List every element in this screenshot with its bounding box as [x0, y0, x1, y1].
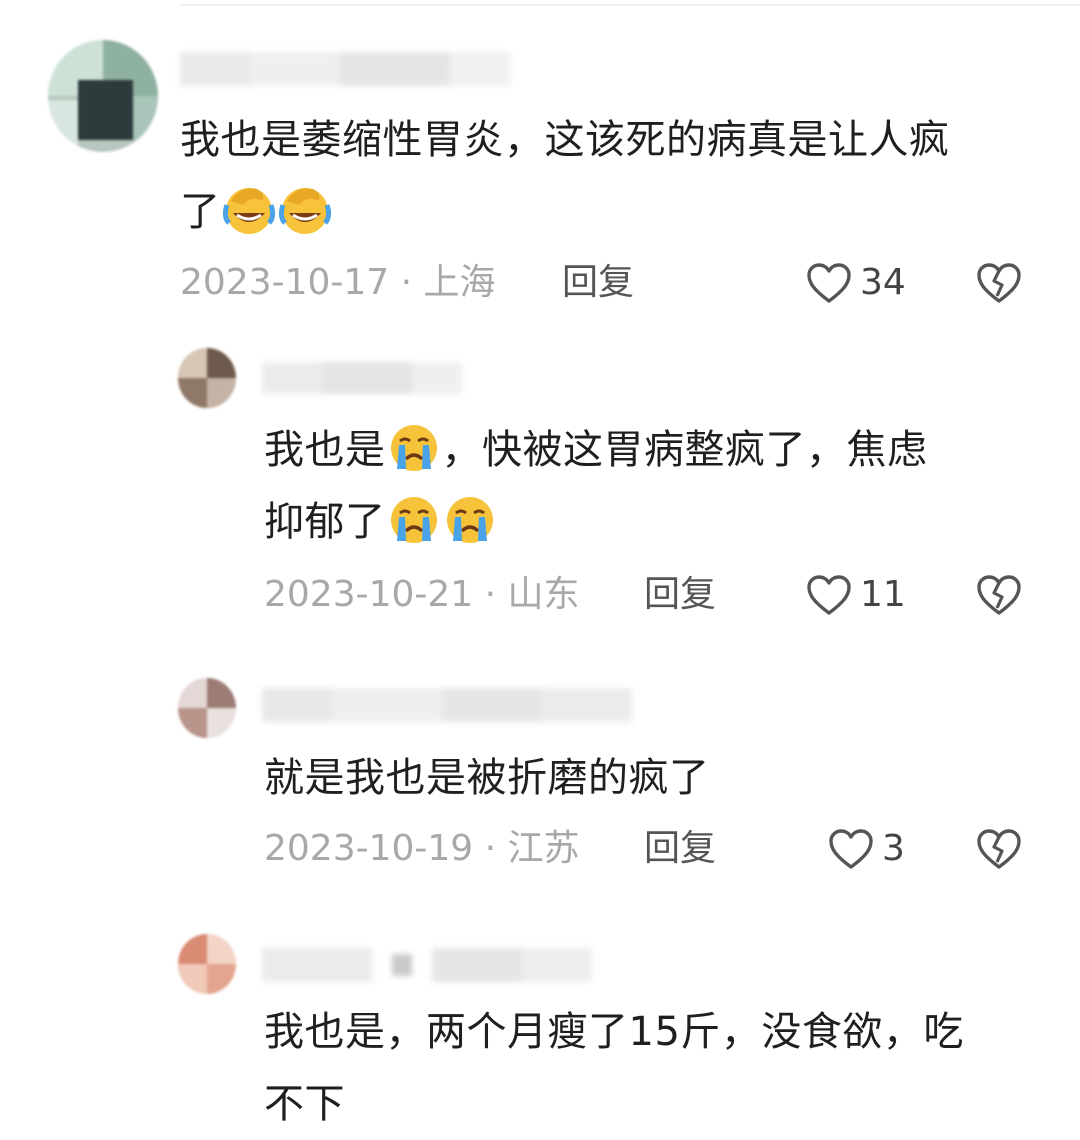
- username[interactable]: [262, 688, 632, 722]
- reply-button[interactable]: 回复: [644, 824, 716, 874]
- heart-outline-icon: [829, 829, 873, 869]
- username[interactable]: [262, 362, 462, 394]
- heart-outline-icon: [807, 575, 851, 615]
- comment-meta: 2023-10-21 · 山东 回复 11: [0, 570, 1080, 620]
- comment-text-line: 我也是，两个月瘦了15斤，没食欲，吃: [264, 1009, 964, 1055]
- username[interactable]: [262, 948, 592, 982]
- crying-face-emoji-icon: [446, 497, 493, 543]
- comment-item: 就是我也是被折磨的疯了 2023-10-19 · 江苏 回复 3: [0, 660, 1080, 920]
- avatar[interactable]: [178, 348, 236, 408]
- comment-text-line: 了: [180, 176, 1060, 248]
- comment-text-line: 就是我也是被折磨的疯了: [264, 755, 710, 801]
- like-count: 3: [882, 828, 905, 869]
- crying-face-emoji-icon: [390, 425, 437, 471]
- dislike-button[interactable]: [976, 570, 1022, 620]
- crying-face-emoji-icon: [390, 497, 437, 543]
- comment-text: 我也是萎缩性胃炎，这该死的病真是让人疯 了: [180, 104, 1060, 248]
- like-button[interactable]: 11: [806, 570, 906, 620]
- date-location: 2023-10-19 · 江苏: [264, 828, 580, 869]
- like-count: 34: [860, 262, 906, 303]
- avatar[interactable]: [178, 678, 236, 738]
- comment-text: 我也是 ，快被这胃病整疯了，焦虑 抑郁了: [264, 414, 1064, 558]
- comment-text-segment: 我也是: [264, 427, 386, 473]
- heart-outline-icon: [807, 263, 851, 303]
- face-palm-laughing-emoji-icon: [278, 188, 331, 234]
- comment-text: 我也是，两个月瘦了15斤，没食欲，吃 不下: [264, 996, 1064, 1140]
- comment-text-segment: 了: [180, 189, 221, 235]
- comment-text-segment: 抑郁了: [264, 499, 386, 545]
- broken-heart-icon: [977, 829, 1021, 869]
- comment-item: 我也是 ，快被这胃病整疯了，焦虑 抑郁了 2023-10-21 · 山东 回复 1…: [0, 330, 1080, 660]
- username[interactable]: [180, 52, 510, 86]
- comment-item: 我也是，两个月瘦了15斤，没食欲，吃 不下: [0, 920, 1080, 1131]
- comment-text-segment: ，快被这胃病整疯了，焦虑: [441, 427, 928, 473]
- reply-button[interactable]: 回复: [562, 258, 634, 308]
- dislike-button[interactable]: [976, 258, 1022, 308]
- comment-meta: 2023-10-17 · 上海 回复 34: [0, 258, 1080, 308]
- avatar[interactable]: [48, 40, 158, 152]
- comment-text-line: 不下: [264, 1081, 345, 1127]
- reply-button[interactable]: 回复: [644, 570, 716, 620]
- comment-text: 就是我也是被折磨的疯了: [264, 742, 1064, 814]
- comment-item: 我也是萎缩性胃炎，这该死的病真是让人疯 了 2023-10-17 · 上海 回复…: [0, 0, 1080, 330]
- face-palm-laughing-emoji-icon: [222, 188, 275, 234]
- broken-heart-icon: [977, 263, 1021, 303]
- comment-meta: 2023-10-19 · 江苏 回复 3: [0, 824, 1080, 874]
- broken-heart-icon: [977, 575, 1021, 615]
- date-location: 2023-10-21 · 山东: [264, 574, 580, 615]
- comment-text-line: 抑郁了: [264, 486, 1064, 558]
- like-button[interactable]: 34: [806, 258, 906, 308]
- comment-text-line: 我也是 ，快被这胃病整疯了，焦虑: [264, 414, 1064, 486]
- like-count: 11: [860, 574, 906, 615]
- like-button[interactable]: 3: [828, 824, 905, 874]
- avatar[interactable]: [178, 934, 236, 994]
- date-location: 2023-10-17 · 上海: [180, 262, 496, 303]
- dislike-button[interactable]: [976, 824, 1022, 874]
- comment-text-line: 我也是萎缩性胃炎，这该死的病真是让人疯: [180, 117, 950, 163]
